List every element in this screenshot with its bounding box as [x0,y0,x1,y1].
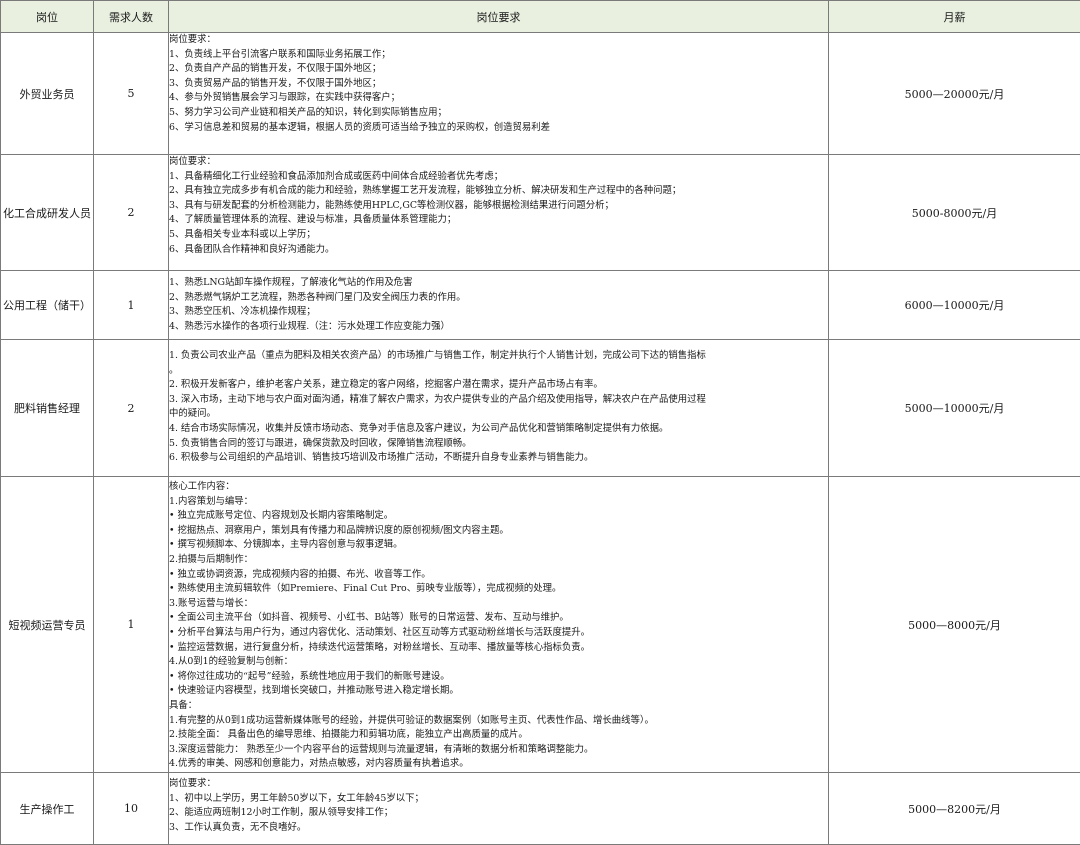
job-count: 5 [94,33,169,155]
requirement-line: 3. 深入市场，主动下地与农户面对面沟通，精准了解农户需求，为农户提供专业的产品… [169,393,828,408]
header-count: 需求人数 [94,1,169,33]
job-salary: 5000-8000元/月 [829,155,1080,271]
requirement-line: 1. 负责公司农业产品（重点为肥料及相关农资产品）的市场推广与销售工作，制定并执… [169,349,828,364]
job-count: 2 [94,340,169,477]
requirement-line: • 将你过往成功的“起号”经验，系统性地应用于我们的新账号建设。 [169,670,828,685]
requirement-line: 。 [169,364,828,379]
job-count: 1 [94,477,169,773]
requirement-line: 3、具有与研发配套的分析检测能力，能熟练使用HPLC,GC等检测仪器，能够根据检… [169,199,828,214]
requirement-line: 1、熟悉LNG站卸车操作规程，了解液化气站的作用及危害 [169,276,828,291]
requirement-line: 2、熟悉燃气锅炉工艺流程，熟悉各种阀门星门及安全阀压力表的作用。 [169,291,828,306]
requirement-line: 具备： [169,699,828,714]
requirement-line: • 快速验证内容模型，找到增长突破口，并推动账号进入稳定增长期。 [169,684,828,699]
job-row: 化工合成研发人员2岗位要求：1、具备精细化工行业经验和食品添加剂合成或医药中间体… [1,155,1080,271]
requirement-line: 1.有完整的从0到1成功运营新媒体账号的经验，并提供可验证的数据案例（如账号主页… [169,714,828,729]
requirement-line: 5、具备相关专业本科或以上学历； [169,228,828,243]
requirement-line: 6、具备团队合作精神和良好沟通能力。 [169,243,828,258]
requirement-line: • 熟练使用主流剪辑软件（如Premiere、Final Cut Pro、剪映专… [169,582,828,597]
requirement-line: 4.优秀的审美、网感和创意能力，对热点敏感，对内容质量有执着追求。 [169,757,828,772]
job-row: 外贸业务员5岗位要求：1、负责线上平台引流客户联系和国际业务拓展工作；2、负责自… [1,33,1080,155]
requirement-line: 2、具有独立完成多步有机合成的能力和经验，熟练掌握工艺开发流程，能够独立分析、解… [169,184,828,199]
header-salary: 月薪 [829,1,1080,33]
job-salary: 5000—8200元/月 [829,773,1080,845]
header-row: 岗位 需求人数 岗位要求 月薪 [1,1,1080,33]
requirement-line: 1、具备精细化工行业经验和食品添加剂合成或医药中间体合成经验者优先考虑； [169,170,828,185]
job-count: 1 [94,271,169,340]
job-requirements: 核心工作内容：1.内容策划与编导：• 独立完成账号定位、内容规划及长期内容策略制… [169,477,829,773]
job-salary: 5000—20000元/月 [829,33,1080,155]
requirement-line: • 全面公司主流平台（如抖音、视频号、小红书、B站等）账号的日常运营、发布、互动… [169,611,828,626]
requirement-line: 4. 结合市场实际情况，收集并反馈市场动态、竞争对手信息及客户建议，为公司产品优… [169,422,828,437]
job-requirements: 1. 负责公司农业产品（重点为肥料及相关农资产品）的市场推广与销售工作，制定并执… [169,340,829,477]
requirement-line: 3、负责贸易产品的销售开发，不仅限于国外地区； [169,77,828,92]
requirement-line: 岗位要求： [169,777,828,792]
job-position: 短视频运营专员 [1,477,94,773]
job-count: 2 [94,155,169,271]
requirement-line: • 独立完成账号定位、内容规划及长期内容策略制定。 [169,509,828,524]
requirement-line: 核心工作内容： [169,480,828,495]
job-position: 肥料销售经理 [1,340,94,477]
requirement-line: 4、参与外贸销售展会学习与跟踪，在实践中获得客户； [169,91,828,106]
requirement-line: 6. 积极参与公司组织的产品培训、销售技巧培训及市场推广活动，不断提升自身专业素… [169,451,828,466]
requirement-line: 2.技能全面： 具备出色的编导思维、拍摄能力和剪辑功底，能独立产出高质量的成片。 [169,728,828,743]
job-requirements: 岗位要求：1、具备精细化工行业经验和食品添加剂合成或医药中间体合成经验者优先考虑… [169,155,829,271]
requirement-line: 3.账号运营与增长： [169,597,828,612]
job-row: 生产操作工10岗位要求：1、初中以上学历，男工年龄50岁以下，女工年龄45岁以下… [1,773,1080,845]
job-salary: 5000—10000元/月 [829,340,1080,477]
requirement-line: 岗位要求： [169,33,828,48]
requirement-line: • 撰写视频脚本、分镜脚本，主导内容创意与叙事逻辑。 [169,538,828,553]
job-position: 外贸业务员 [1,33,94,155]
job-position: 生产操作工 [1,773,94,845]
requirement-line: 4、了解质量管理体系的流程、建设与标准，具备质量体系管理能力； [169,213,828,228]
requirement-line: 5、努力学习公司产业链和相关产品的知识，转化到实际销售应用； [169,106,828,121]
requirement-line: 4、熟悉污水操作的各项行业规程.（注：污水处理工作应变能力强） [169,320,828,335]
job-table: 岗位 需求人数 岗位要求 月薪 外贸业务员5岗位要求：1、负责线上平台引流客户联… [0,0,1080,845]
job-requirements: 1、熟悉LNG站卸车操作规程，了解液化气站的作用及危害2、熟悉燃气锅炉工艺流程，… [169,271,829,340]
job-row: 短视频运营专员1核心工作内容：1.内容策划与编导：• 独立完成账号定位、内容规划… [1,477,1080,773]
requirement-line: 4.从0到1的经验复制与创新： [169,655,828,670]
requirement-line: • 监控运营数据，进行复盘分析，持续迭代运营策略，对粉丝增长、互动率、播放量等核… [169,641,828,656]
requirement-line: 6、学习信息差和贸易的基本逻辑，根据人员的资质可适当给予独立的采购权，创造贸易利… [169,121,828,136]
requirement-line: • 挖掘热点、洞察用户，策划具有传播力和品牌辨识度的原创视频/图文内容主题。 [169,524,828,539]
requirement-line: 岗位要求： [169,155,828,170]
requirement-line: 3、熟悉空压机、冷冻机操作规程； [169,305,828,320]
requirement-line: 2、能适应两班制12小时工作制，服从领导安排工作； [169,806,828,821]
requirement-line: • 独立或协调资源，完成视频内容的拍摄、布光、收音等工作。 [169,568,828,583]
requirement-line: 3.深度运营能力： 熟悉至少一个内容平台的运营规则与流量逻辑，有清晰的数据分析和… [169,743,828,758]
job-salary: 6000—10000元/月 [829,271,1080,340]
job-position: 公用工程（储干） [1,271,94,340]
requirement-line: 3、工作认真负责，无不良嗜好。 [169,821,828,836]
requirement-line: 1.内容策划与编导： [169,495,828,510]
requirement-line: 1、负责线上平台引流客户联系和国际业务拓展工作； [169,48,828,63]
requirement-line: 1、初中以上学历，男工年龄50岁以下，女工年龄45岁以下； [169,792,828,807]
header-position: 岗位 [1,1,94,33]
job-row: 肥料销售经理21. 负责公司农业产品（重点为肥料及相关农资产品）的市场推广与销售… [1,340,1080,477]
job-salary: 5000—8000元/月 [829,477,1080,773]
job-requirements: 岗位要求：1、负责线上平台引流客户联系和国际业务拓展工作；2、负责自产产品的销售… [169,33,829,155]
requirement-line: 5. 负责销售合同的签订与跟进，确保货款及时回收，保障销售流程顺畅。 [169,437,828,452]
requirement-line: 2、负责自产产品的销售开发，不仅限于国外地区； [169,62,828,77]
job-requirements: 岗位要求：1、初中以上学历，男工年龄50岁以下，女工年龄45岁以下；2、能适应两… [169,773,829,845]
job-position: 化工合成研发人员 [1,155,94,271]
requirement-line: 2.拍摄与后期制作： [169,553,828,568]
requirement-line: 中的疑问。 [169,407,828,422]
job-row: 公用工程（储干）11、熟悉LNG站卸车操作规程，了解液化气站的作用及危害2、熟悉… [1,271,1080,340]
header-requirements: 岗位要求 [169,1,829,33]
requirement-line: • 分析平台算法与用户行为，通过内容优化、活动策划、社区互动等方式驱动粉丝增长与… [169,626,828,641]
requirement-line: 2. 积极开发新客户，维护老客户关系，建立稳定的客户网络，挖掘客户潜在需求，提升… [169,378,828,393]
job-count: 10 [94,773,169,845]
